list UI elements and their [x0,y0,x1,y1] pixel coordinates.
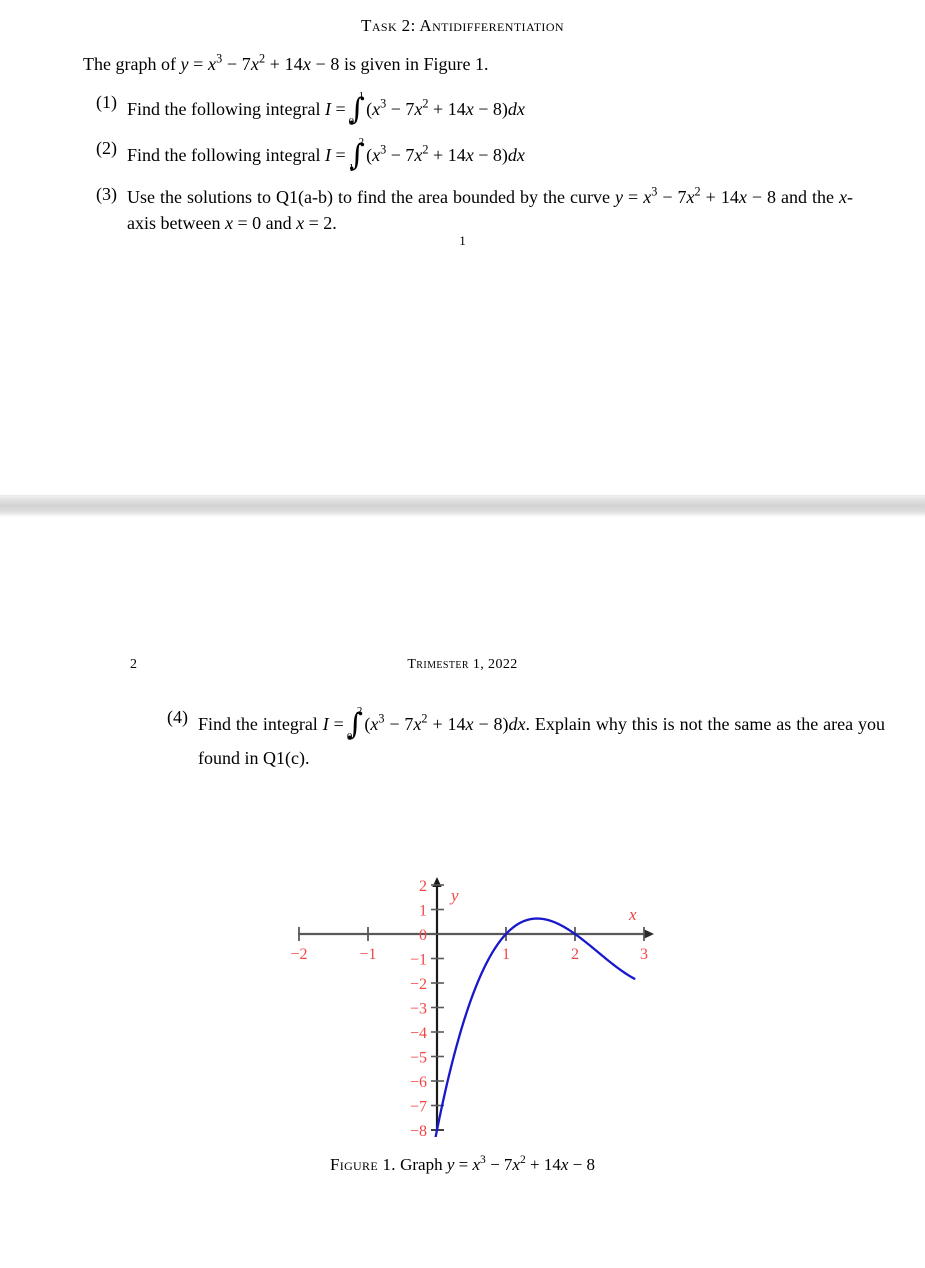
integral-symbol-2: 2 ∫ 1 [348,136,366,175]
intro-lead: The graph of [83,54,181,74]
question-number: (2) [96,137,117,158]
y-tick-label-neg6: −6 [409,1074,426,1091]
page-one-folio: 1 [459,233,466,248]
question-lead: Find the integral [198,714,323,735]
integral-lower-limit: 1 [348,161,355,174]
question-item-2: (2) Find the following integral I = 2 ∫ 1 (x… [83,136,853,176]
question-text-part-1: Use the solutions to Q1(a-b) to find the… [127,186,616,207]
question-number: (3) [96,183,117,204]
y-tick-label-neg8: −8 [409,1123,426,1137]
figure-label: Figure 1. [330,1155,396,1174]
integrand-expression: (x3 − 7x2 + 14x − 8) [366,142,508,165]
differential: dx [507,99,525,120]
y-tick-label-neg4: −4 [409,1025,426,1042]
integral-lower-limit: 0 [348,115,355,128]
integral-symbol-4: 2 ∫ 0 [347,706,364,744]
y-tick-label-0: 0 [419,927,427,944]
intro-equation: y = x3 − 7x2 + 14x − 8 [180,51,340,74]
question-body: Find the integral I = 2 ∫ 0 (x3 − 7x2 + 14x … [198,706,885,771]
intro-sentence: The graph of y = x3 − 7x2 + 14x − 8 is g… [83,51,843,75]
question-number: (1) [96,92,117,112]
integral-variable: I [322,714,329,735]
integral-symbol-1: 1 ∫ 0 [349,91,366,129]
question-body: Find the following integral I = 1 ∫ 0 (x3 − … [127,91,853,130]
figure-caption-lead: Graph [395,1155,447,1174]
question-body: Use the solutions to Q1(a-b) to find the… [127,184,853,236]
question-lead: Find the following integral [127,144,325,165]
page-one: Task 2: Antidifferentiation The graph of… [0,0,925,495]
y-tick-label-neg5: −5 [409,1050,426,1067]
integrand-expression: (x3 − 7x2 + 14x − 8) [366,96,508,120]
y-tick-label-2: 2 [419,878,427,895]
question-item-1: (1) Find the following integral I = 1 ∫ 0 (x… [83,91,853,130]
y-tick-label-neg7: −7 [409,1099,426,1116]
differential: dx [507,144,525,165]
axis-variable: x [839,186,848,207]
question-body: Find the following integral I = 2 ∫ 1 (x3 − … [127,136,853,176]
question-text-part-2: and the [776,186,840,207]
question-item-4: (4) Find the integral I = 2 ∫ 0 (x3 − 7x2 + … [160,706,885,771]
bound-upper: x = 2 [296,212,333,233]
bound-lower: x = 0 [224,212,262,233]
y-tick-label-neg1: −1 [409,952,426,969]
x-tick-label-1: 1 [502,946,510,963]
question-text-part-4: and [261,212,297,233]
question-curve-equation: y = x3 − 7x2 + 14x − 8 [615,184,777,207]
question-item-3: (3) Use the solutions to Q1(a-b) to find… [83,184,853,236]
cubic-curve-smooth [433,917,635,1137]
integrand-expression: (x3 − 7x2 + 14x − 8) [364,711,509,735]
integral-variable: I [324,144,331,165]
x-axis [297,927,654,941]
x-tick-label-2: 2 [571,946,579,963]
y-tick-label-neg2: −2 [409,976,426,993]
question-list-page-one: (1) Find the following integral I = 1 ∫ 0 (x… [83,91,853,239]
equals-sign: = [335,144,346,165]
page-separator [0,495,925,517]
intro-trail: is given in Figure 1. [339,54,489,74]
figure-1: 2 1 0 −1 −2 −3 −4 −5 −6 −7 −8 −9−10 −2 −… [0,817,925,1175]
page-separator-line [0,495,925,496]
integral-lower-limit: 0 [346,730,353,743]
question-number: (4) [167,707,188,727]
equals-sign: = [335,99,346,120]
y-axis-label: y [449,886,459,905]
integral-variable: I [324,99,331,120]
y-tick-label-1: 1 [419,903,427,920]
x-tick-label-neg1: −1 [359,946,376,963]
y-axis [430,877,444,1131]
x-axis-label: x [628,905,637,924]
differential: dx [508,714,526,735]
x-tick-label-neg2: −2 [290,946,307,963]
equals-sign: = [333,714,344,735]
y-tick-label-neg3: −3 [409,1001,426,1018]
running-header: 2 Trimester 1, 2022 [0,657,925,675]
x-tick-label-3: 3 [640,946,648,963]
document-title: Task 2: Antidifferentiation [361,16,564,35]
running-head-title: Trimester 1, 2022 [407,657,518,672]
question-lead: Find the following integral [127,99,325,120]
figure-caption: Figure 1. Graph y = x3 − 7x2 + 14x − 8 [0,1152,925,1175]
page-two: 2 Trimester 1, 2022 (4) Find the integra… [0,517,925,1268]
graph-plot: 2 1 0 −1 −2 −3 −4 −5 −6 −7 −8 −9−10 −2 −… [290,877,654,1137]
figure-caption-equation: y = x3 − 7x2 + 14x − 8 [446,1152,595,1174]
question-text-part-5: . [332,212,337,233]
question-list-page-two: (4) Find the integral I = 2 ∫ 0 (x3 − 7x2 + … [160,706,885,774]
y-tick-labels: 2 1 0 −1 −2 −3 −4 −5 −6 −7 −8 −9−10 [409,878,427,1137]
